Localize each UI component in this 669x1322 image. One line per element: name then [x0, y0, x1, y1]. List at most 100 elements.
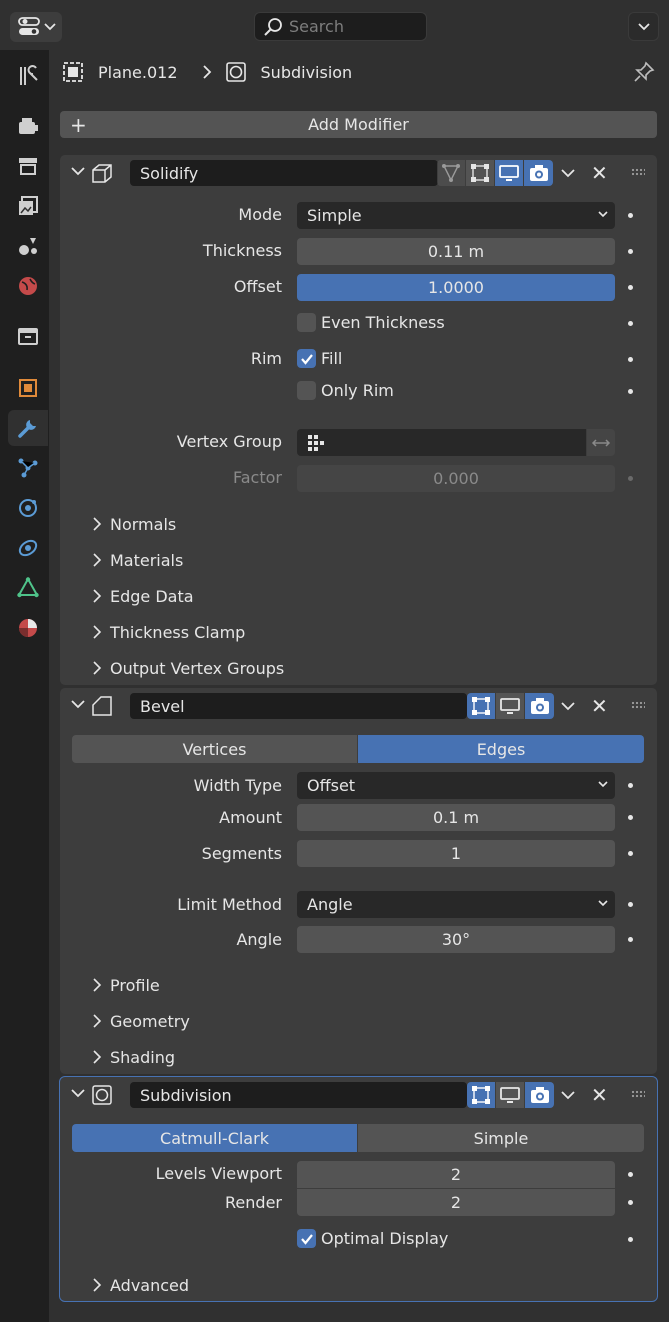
search-input[interactable]: Search: [254, 12, 427, 41]
subpanel-advanced[interactable]: Advanced: [92, 1273, 189, 1297]
bevel-panel-header[interactable]: Bevel ✕: [60, 688, 657, 724]
subdivision-name-field[interactable]: Subdivision: [130, 1082, 467, 1108]
drag-handle[interactable]: [631, 701, 645, 709]
search-placeholder: Search: [289, 17, 344, 36]
subpanel-output-vertex-groups[interactable]: Output Vertex Groups: [92, 656, 284, 680]
scene-icon: [19, 238, 37, 255]
drag-handle[interactable]: [631, 168, 645, 176]
tab-object[interactable]: [8, 370, 48, 406]
factor-field[interactable]: 0.000: [297, 465, 615, 492]
render-toggle[interactable]: [524, 160, 553, 186]
rim-label: Rim: [250, 349, 282, 368]
camera-icon: [530, 1087, 549, 1103]
angle-field[interactable]: 30°: [297, 926, 615, 953]
width-type-dropdown[interactable]: Offset: [297, 772, 615, 799]
subpanel-thickness-clamp[interactable]: Thickness Clamp: [92, 620, 245, 644]
invert-vertex-group-button[interactable]: [587, 429, 615, 456]
solidify-name-field[interactable]: Solidify: [130, 160, 438, 186]
subpanel-shading[interactable]: Shading: [92, 1045, 175, 1069]
thickness-field[interactable]: 0.11 m: [297, 238, 615, 265]
checkmark-icon: [300, 1233, 313, 1245]
subdivision-icon: [92, 1085, 112, 1105]
animate-dot[interactable]: [628, 213, 633, 218]
chevron-down-icon[interactable]: [561, 701, 575, 711]
mode-dropdown[interactable]: Simple: [297, 202, 615, 229]
editor-type-dropdown[interactable]: [10, 12, 62, 42]
viewport-toggle[interactable]: [496, 693, 525, 719]
fill-checkbox[interactable]: [297, 349, 316, 368]
bevel-name-field[interactable]: Bevel: [130, 693, 467, 719]
animate-dot[interactable]: [628, 902, 633, 907]
viewport-toggle[interactable]: [496, 1082, 525, 1108]
optimal-display-checkbox[interactable]: [297, 1229, 316, 1248]
affect-vertices-button[interactable]: Vertices: [72, 735, 357, 763]
subpanel-profile[interactable]: Profile: [92, 973, 160, 997]
add-modifier-button[interactable]: + Add Modifier: [60, 111, 657, 138]
drag-handle[interactable]: [631, 1090, 645, 1098]
tab-modifiers[interactable]: [8, 410, 48, 446]
amount-field[interactable]: 0.1 m: [297, 804, 615, 831]
animate-dot[interactable]: [628, 1200, 633, 1205]
vertex-group-field[interactable]: [297, 429, 586, 456]
animate-dot[interactable]: [628, 249, 633, 254]
catmull-clark-button[interactable]: Catmull-Clark: [72, 1124, 357, 1152]
solidify-panel-header[interactable]: Solidify ✕: [60, 155, 657, 191]
subpanel-edge-data[interactable]: Edge Data: [92, 584, 194, 608]
simple-button[interactable]: Simple: [358, 1124, 644, 1152]
tab-data[interactable]: [8, 570, 48, 606]
affect-edges-button[interactable]: Edges: [358, 735, 644, 763]
animate-dot[interactable]: [628, 476, 633, 481]
tab-physics[interactable]: [8, 490, 48, 526]
render-levels-field[interactable]: 2: [297, 1189, 615, 1216]
chevron-down-icon[interactable]: [70, 165, 86, 177]
animate-dot[interactable]: [628, 357, 633, 362]
even-thickness-label: Even Thickness: [321, 313, 445, 332]
subpanel-normals[interactable]: Normals: [92, 512, 176, 536]
even-thickness-checkbox[interactable]: [297, 313, 316, 332]
chevron-down-icon[interactable]: [70, 1087, 86, 1099]
tab-tool[interactable]: [8, 58, 48, 94]
segments-field[interactable]: 1: [297, 840, 615, 867]
close-icon[interactable]: ✕: [591, 696, 608, 716]
pin-button[interactable]: [632, 60, 656, 88]
animate-dot[interactable]: [628, 389, 633, 394]
tab-world[interactable]: [8, 268, 48, 304]
animate-dot[interactable]: [628, 851, 633, 856]
levels-viewport-field[interactable]: 2: [297, 1161, 615, 1188]
only-rim-checkbox[interactable]: [297, 381, 316, 400]
edit-mode-toggle[interactable]: [466, 160, 495, 186]
subpanel-materials[interactable]: Materials: [92, 548, 183, 572]
tab-collection[interactable]: [8, 318, 48, 354]
on-cage-toggle[interactable]: [437, 160, 466, 186]
edit-mode-toggle[interactable]: [467, 693, 496, 719]
animate-dot[interactable]: [628, 285, 633, 290]
tab-output[interactable]: [8, 148, 48, 184]
subdivision-panel-header[interactable]: Subdivision ✕: [60, 1077, 657, 1113]
viewport-toggle[interactable]: [495, 160, 524, 186]
tab-view-layer[interactable]: [8, 188, 48, 224]
tab-material[interactable]: [8, 610, 48, 646]
close-icon[interactable]: ✕: [591, 163, 608, 183]
animate-dot[interactable]: [628, 937, 633, 942]
chevron-down-icon[interactable]: [561, 168, 575, 178]
render-toggle[interactable]: [525, 693, 554, 719]
chevron-down-icon[interactable]: [561, 1090, 575, 1100]
edit-mode-toggle[interactable]: [467, 1082, 496, 1108]
tab-scene[interactable]: [8, 228, 48, 264]
chevron-down-icon[interactable]: [70, 698, 86, 710]
animate-dot[interactable]: [628, 1237, 633, 1242]
subpanel-geometry[interactable]: Geometry: [92, 1009, 190, 1033]
limit-method-dropdown[interactable]: Angle: [297, 891, 615, 918]
close-icon[interactable]: ✕: [591, 1085, 608, 1105]
animate-dot[interactable]: [628, 815, 633, 820]
animate-dot[interactable]: [628, 321, 633, 326]
render-toggle[interactable]: [525, 1082, 554, 1108]
tab-render[interactable]: [8, 108, 48, 144]
options-dropdown[interactable]: [628, 12, 659, 41]
animate-dot[interactable]: [628, 783, 633, 788]
tab-constraints[interactable]: [8, 530, 48, 566]
offset-slider[interactable]: 1.0000: [297, 274, 615, 301]
tab-particles[interactable]: [8, 450, 48, 486]
bevel-icon: [92, 696, 112, 716]
animate-dot[interactable]: [628, 1172, 633, 1177]
